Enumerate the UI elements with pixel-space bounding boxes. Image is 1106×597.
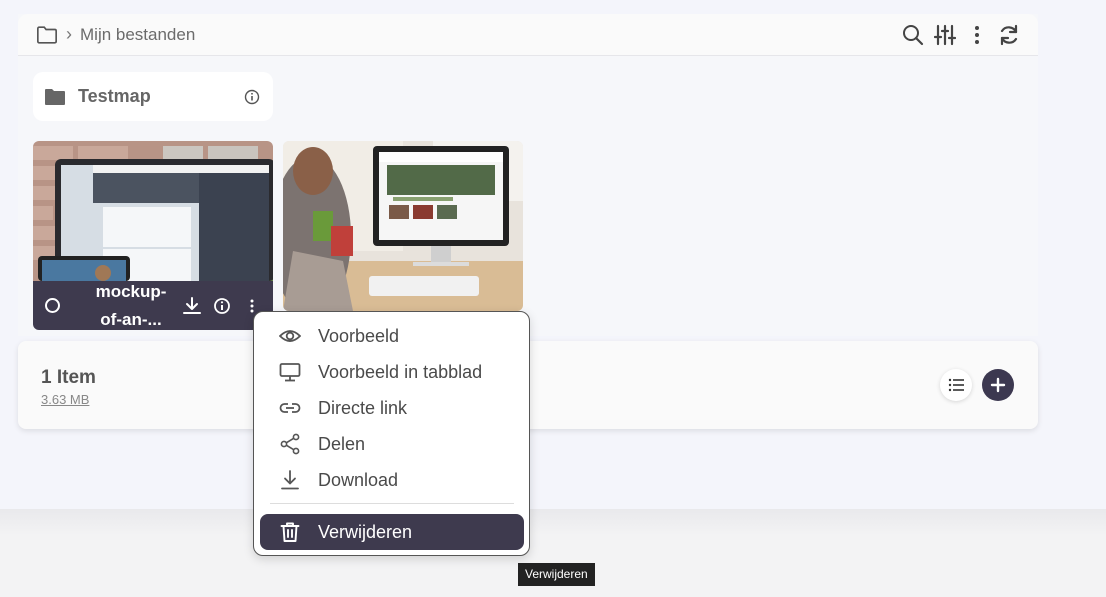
search-icon[interactable] bbox=[902, 24, 924, 46]
menu-item-verwijderen[interactable]: Verwijderen bbox=[260, 514, 524, 550]
menu-item-label: Download bbox=[318, 469, 399, 490]
file-thumbnail-image bbox=[283, 141, 523, 311]
list-view-button[interactable] bbox=[940, 369, 972, 401]
select-radio[interactable] bbox=[45, 298, 60, 313]
breadcrumb: › Mijn bestanden bbox=[36, 24, 195, 45]
tooltip: Verwijderen bbox=[518, 563, 595, 586]
menu-item-delen[interactable]: Delen bbox=[260, 426, 524, 462]
breadcrumb-item-mijn-bestanden[interactable]: Mijn bestanden bbox=[80, 25, 195, 45]
folder-name: Testmap bbox=[78, 86, 151, 106]
more-vertical-icon[interactable] bbox=[966, 24, 988, 46]
menu-item-download[interactable]: Download bbox=[260, 462, 524, 498]
eye-icon bbox=[279, 330, 301, 342]
menu-item-label: Verwijderen bbox=[318, 521, 413, 542]
trash-icon bbox=[280, 522, 300, 542]
share-icon bbox=[280, 433, 300, 455]
folder-card-testmap[interactable]: Testmap bbox=[33, 72, 273, 121]
file-name: mockup- of-an-... bbox=[95, 281, 167, 329]
file-card[interactable] bbox=[283, 141, 523, 311]
info-icon[interactable] bbox=[213, 297, 231, 315]
folder-icon bbox=[44, 88, 66, 106]
menu-item-label: Voorbeeld bbox=[318, 325, 400, 346]
download-icon[interactable] bbox=[183, 296, 201, 315]
list-icon bbox=[948, 378, 964, 392]
file-card-bar: mockup- of-an-... bbox=[33, 281, 273, 330]
menu-item-label: Voorbeeld in tabblad bbox=[318, 361, 483, 382]
breadcrumb-separator: › bbox=[66, 24, 72, 44]
context-menu: Voorbeeld Voorbeeld in tabblad Directe l… bbox=[253, 311, 530, 556]
menu-item-label: Delen bbox=[318, 433, 366, 454]
folder-icon[interactable] bbox=[36, 25, 58, 45]
menu-item-voorbeeld-in-tabblad[interactable]: Voorbeeld in tabblad bbox=[260, 354, 524, 390]
total-size[interactable]: 3.63 MB bbox=[41, 392, 89, 407]
info-icon[interactable] bbox=[244, 89, 260, 105]
menu-item-label: Directe link bbox=[318, 397, 408, 418]
add-button[interactable] bbox=[982, 369, 1014, 401]
menu-divider bbox=[270, 503, 514, 504]
plus-icon bbox=[990, 377, 1006, 393]
menu-item-directe-link[interactable]: Directe link bbox=[260, 390, 524, 426]
item-count: 1 Item bbox=[41, 367, 96, 388]
link-icon bbox=[279, 403, 301, 413]
refresh-icon[interactable] bbox=[998, 24, 1020, 46]
sliders-icon[interactable] bbox=[933, 24, 957, 46]
menu-item-voorbeeld[interactable]: Voorbeeld bbox=[260, 318, 524, 354]
file-card[interactable]: mockup- of-an-... bbox=[33, 141, 273, 330]
file-browser-toolbar: › Mijn bestanden bbox=[18, 14, 1038, 56]
monitor-icon bbox=[279, 363, 301, 382]
file-thumbnail-image bbox=[33, 141, 273, 281]
download-icon bbox=[281, 470, 299, 490]
